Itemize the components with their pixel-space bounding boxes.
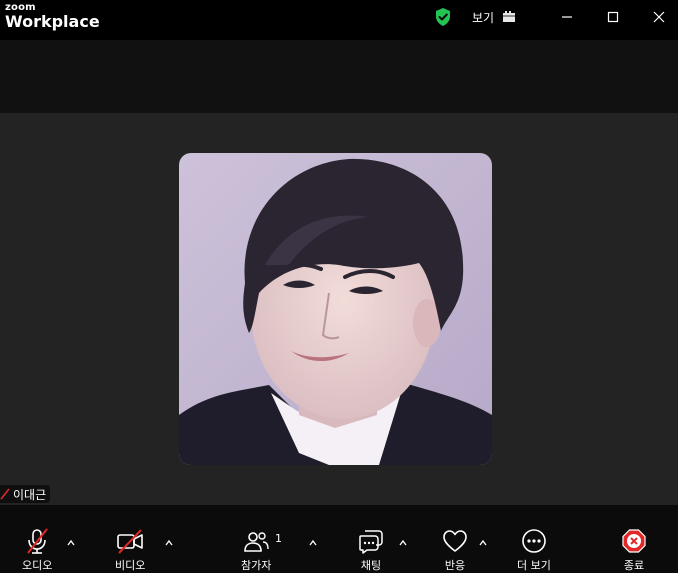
grid-view-icon: [503, 11, 516, 22]
maximize-button[interactable]: [601, 6, 625, 28]
participants-count: 1: [275, 532, 282, 545]
audio-label: 오디오: [22, 559, 53, 572]
minimize-button[interactable]: [555, 6, 579, 28]
reactions-button[interactable]: 반응: [441, 527, 469, 573]
end-meeting-icon: [622, 529, 646, 553]
participants-icon: [244, 532, 269, 552]
close-icon: [653, 11, 665, 23]
close-window-button[interactable]: [647, 6, 671, 28]
mic-muted-icon: [0, 488, 10, 500]
more-button[interactable]: 더 보기: [517, 527, 551, 573]
participants-button[interactable]: 참가자: [241, 527, 271, 573]
logo-large-text: Workplace: [5, 12, 100, 31]
video-label: 비디오: [115, 559, 146, 572]
maximize-icon: [607, 11, 619, 23]
heart-icon: [443, 530, 467, 552]
microphone-muted-icon: [27, 528, 48, 554]
meeting-toolbar: 오디오 비디오 참가자 1 채팅 반응 더 보기 종료: [0, 505, 678, 573]
video-options-chevron-icon[interactable]: [164, 539, 174, 547]
chat-button[interactable]: 채팅: [357, 527, 385, 573]
chat-label: 채팅: [360, 559, 382, 572]
participant-avatar-photo: [179, 153, 492, 465]
chat-icon: [359, 530, 383, 554]
view-label: 보기: [472, 10, 495, 25]
meeting-stage: 이대근: [0, 113, 678, 505]
end-meeting-button[interactable]: 종료: [620, 527, 648, 573]
shield-check-icon[interactable]: [433, 7, 453, 27]
reactions-label: 반응: [444, 559, 466, 572]
end-label: 종료: [623, 559, 645, 572]
participant-name-tag: 이대근: [0, 485, 51, 503]
more-label: 더 보기: [517, 559, 551, 572]
view-button[interactable]: 보기: [472, 7, 516, 27]
top-strip: [0, 40, 678, 113]
audio-button[interactable]: 오디오: [22, 527, 52, 573]
minimize-icon: [562, 16, 572, 18]
reactions-options-chevron-icon[interactable]: [478, 539, 488, 547]
participants-options-chevron-icon[interactable]: [308, 539, 318, 547]
video-button[interactable]: 비디오: [115, 527, 145, 573]
video-camera-off-icon: [117, 529, 143, 554]
title-bar: zoom Workplace 보기: [0, 0, 678, 40]
participants-label: 참가자: [241, 559, 272, 572]
audio-options-chevron-icon[interactable]: [66, 539, 76, 547]
participant-name: 이대근: [13, 487, 47, 502]
chat-options-chevron-icon[interactable]: [398, 539, 408, 547]
zoom-workplace-logo: zoom Workplace: [5, 3, 100, 30]
more-options-icon: [522, 529, 546, 553]
